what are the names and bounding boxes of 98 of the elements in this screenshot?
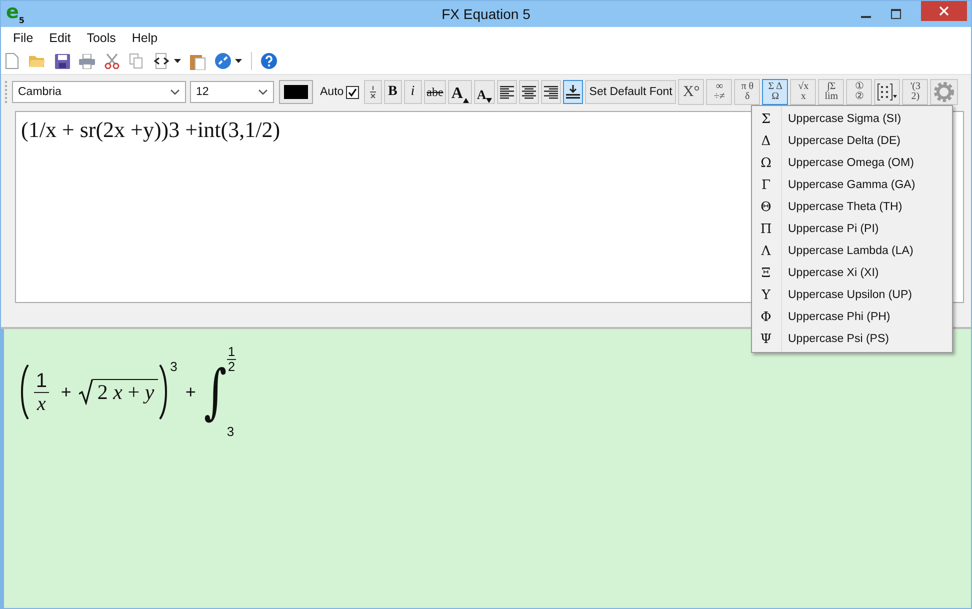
- close-icon: [939, 6, 949, 16]
- menu-item-label: Uppercase Lambda (LA): [788, 245, 914, 257]
- shrink-font-button[interactable]: A: [474, 80, 496, 104]
- window-title: FX Equation 5: [442, 6, 530, 22]
- menu-item-label: Uppercase Pi (PI): [788, 223, 879, 235]
- menu-item[interactable]: File: [5, 30, 42, 44]
- menu-item[interactable]: Δ Uppercase Delta (DE): [752, 130, 952, 152]
- triangle-icon: [486, 98, 492, 103]
- matrix-button[interactable]: [874, 79, 900, 105]
- bold-button[interactable]: B: [384, 80, 402, 104]
- menu-item[interactable]: Ω Uppercase Omega (OM): [752, 152, 952, 174]
- menu-item[interactable]: Φ Uppercase Phi (PH): [752, 306, 952, 328]
- exponent: 3: [170, 359, 178, 374]
- font-dropdown[interactable]: Cambria: [12, 81, 186, 103]
- close-button[interactable]: [921, 1, 967, 21]
- symbol-glyph: Υ: [760, 288, 772, 302]
- symbol-button[interactable]: ∞ ÷≠: [706, 79, 732, 105]
- clipboard-icon[interactable]: [190, 52, 206, 70]
- menu-item[interactable]: Tools: [78, 30, 124, 44]
- symbol-glyph: Θ: [760, 200, 772, 214]
- left-paren-icon: [18, 363, 30, 421]
- chevron-icon: [258, 89, 268, 95]
- menu-item[interactable]: Υ Uppercase Upsilon (UP): [752, 284, 952, 306]
- lower-limit: 3: [226, 424, 236, 439]
- color-button[interactable]: [279, 80, 313, 104]
- auto-checkbox[interactable]: [346, 86, 359, 98]
- align-left-button[interactable]: [497, 80, 518, 104]
- fraction-button[interactable]: [364, 80, 382, 104]
- menu-item-label: Uppercase Xi (XI): [788, 267, 879, 279]
- symbol-button[interactable]: π θ δ: [734, 79, 760, 105]
- menu-item-label: Uppercase Theta (TH): [788, 201, 902, 213]
- symbol-button[interactable]: √x x: [790, 79, 816, 105]
- auto-label: Auto: [320, 86, 344, 98]
- symbol-glyph: Ξ: [760, 266, 772, 280]
- symbol-glyph: Ω: [760, 156, 772, 170]
- align-icon: [500, 86, 514, 98]
- menu-item-label: Uppercase Delta (DE): [788, 135, 900, 147]
- symbol-glyph: Γ: [760, 178, 772, 192]
- menu-item[interactable]: Γ Uppercase Gamma (GA): [752, 174, 952, 196]
- save-icon[interactable]: [55, 54, 70, 68]
- symbol-glyph: Ψ: [759, 332, 773, 346]
- numerator: 1: [36, 370, 47, 392]
- font-size-dropdown[interactable]: 12: [190, 81, 274, 103]
- symbol-button[interactable]: ∫Σ lim: [818, 79, 844, 105]
- upper-limit-numerator: 1: [228, 345, 236, 359]
- dropdown-arrow-icon[interactable]: [235, 59, 242, 63]
- link-icon[interactable]: [215, 53, 231, 69]
- menu-item[interactable]: Θ Uppercase Theta (TH): [752, 196, 952, 218]
- denominator: x: [34, 392, 49, 414]
- italic-button[interactable]: i: [404, 80, 422, 104]
- symbol-button[interactable]: ① ②: [846, 79, 872, 105]
- menu-item[interactable]: Ψ Uppercase Psi (PS): [752, 328, 952, 350]
- symbol-glyph: Σ: [760, 112, 772, 126]
- symbol-glyph: Δ: [760, 134, 772, 148]
- maximize-icon[interactable]: [891, 9, 901, 19]
- menu-item[interactable]: Λ Uppercase Lambda (LA): [752, 240, 952, 262]
- align-icon: [544, 86, 558, 98]
- menu-item[interactable]: Help: [124, 30, 166, 44]
- align-icon: [522, 86, 536, 98]
- symbol-glyph: Λ: [760, 244, 772, 258]
- code-page-icon[interactable]: [153, 53, 170, 69]
- new-file-icon[interactable]: [5, 53, 19, 69]
- symbol-button[interactable]: X°: [678, 79, 704, 105]
- symbol-glyph: Φ: [760, 310, 772, 324]
- symbol-glyph: Π: [759, 222, 773, 236]
- set-default-font-button[interactable]: Set Default Font: [585, 80, 676, 104]
- menu-item-label: Uppercase Phi (PH): [788, 311, 890, 323]
- color-swatch: [284, 85, 308, 99]
- grow-font-button[interactable]: A: [448, 80, 472, 104]
- app-logo: e$_{5}$: [6, 3, 24, 25]
- radical-icon: [79, 379, 94, 405]
- menu-item-label: Uppercase Psi (PS): [788, 333, 889, 345]
- menu-item-label: Uppercase Gamma (GA): [788, 179, 916, 191]
- chevron-icon: [170, 89, 180, 95]
- square-root: 2 x + y: [79, 379, 158, 405]
- menu-item[interactable]: Σ Uppercase Sigma (SI): [752, 108, 952, 130]
- integral-sign: ∫: [204, 358, 227, 426]
- menu-item-label: Uppercase Upsilon (UP): [788, 289, 912, 301]
- dropdown-arrow-icon[interactable]: [174, 59, 181, 63]
- align-right-button[interactable]: [541, 80, 562, 104]
- fraction-icon: [368, 85, 377, 99]
- upper-limit-denominator: 2: [226, 358, 236, 374]
- menu-item[interactable]: Π Uppercase Pi (PI): [752, 218, 952, 240]
- symbol-button[interactable]: '(3 2): [902, 79, 928, 105]
- menu-item[interactable]: Edit: [41, 30, 79, 44]
- help-icon[interactable]: [261, 53, 277, 69]
- print-icon[interactable]: [79, 54, 95, 68]
- strikethrough-button[interactable]: abe: [424, 80, 446, 104]
- plus-sign: +: [60, 382, 72, 402]
- align-center-button[interactable]: [519, 80, 540, 104]
- menu-item[interactable]: Ξ Uppercase Xi (XI): [752, 262, 952, 284]
- plus-sign: +: [185, 382, 196, 402]
- triangle-icon: [462, 98, 469, 103]
- baseline-button[interactable]: [563, 80, 584, 104]
- scissors-icon[interactable]: [104, 53, 120, 69]
- menu-item-label: Uppercase Omega (OM): [788, 157, 914, 169]
- symbol-button[interactable]: Σ Δ Ω: [762, 79, 788, 105]
- menu-item-label: Uppercase Sigma (SI): [788, 113, 902, 125]
